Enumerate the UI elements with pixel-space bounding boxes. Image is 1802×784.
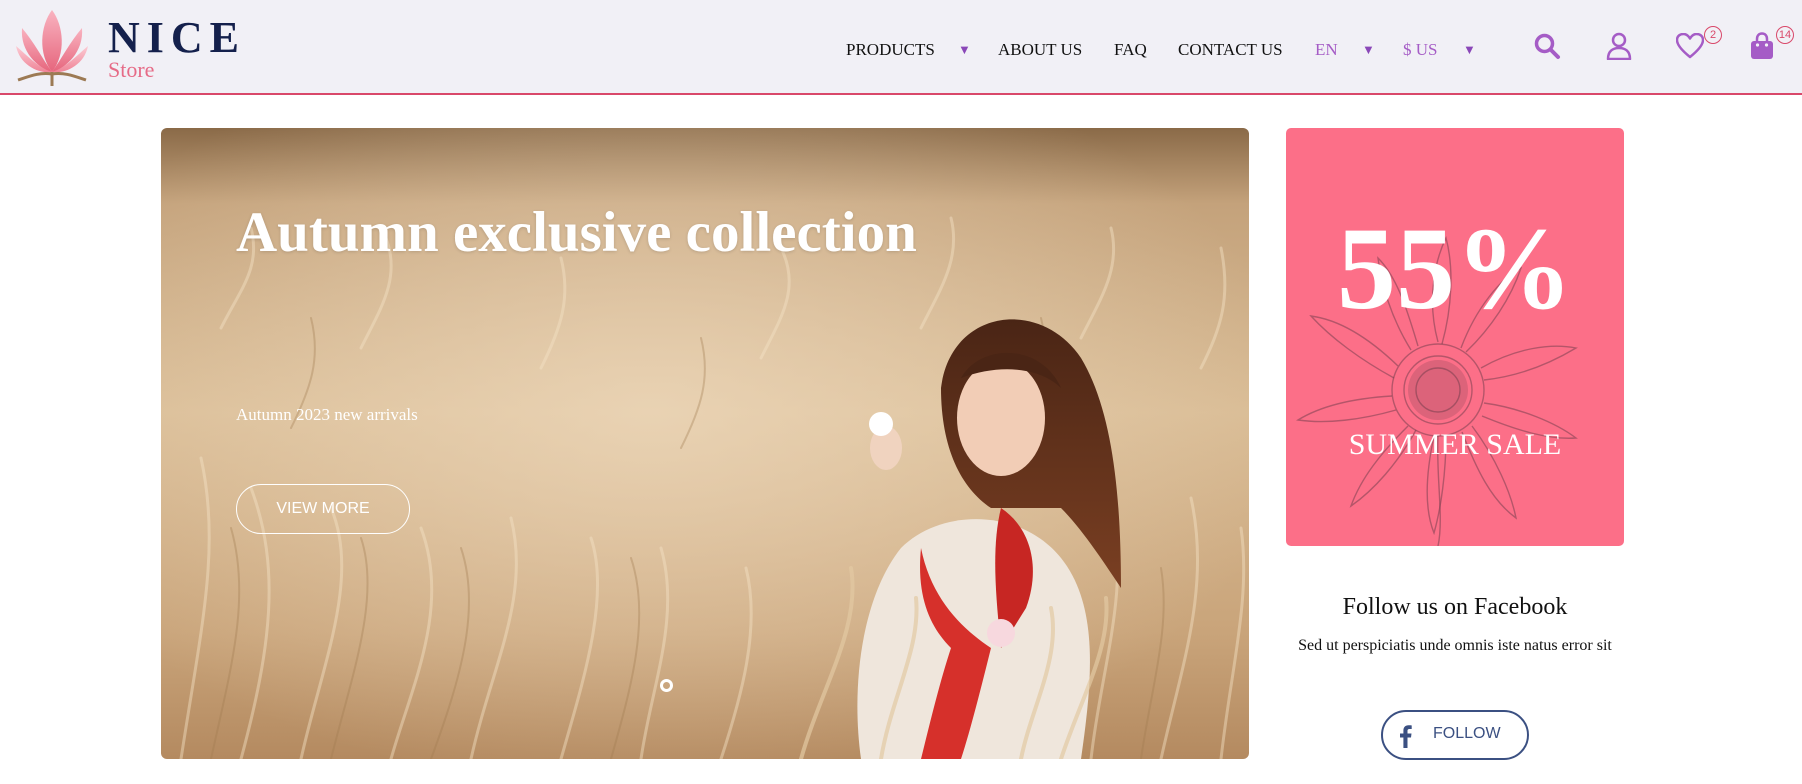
cart-button[interactable]: 14 [1744,26,1794,64]
wishlist-count-badge: 2 [1704,26,1722,44]
facebook-follow-button[interactable]: FOLLOW [1381,710,1529,760]
heart-icon [1676,33,1704,59]
hero-slider: Autumn exclusive collection Autumn 2023 … [161,128,1249,759]
user-icon [1606,32,1632,60]
logo[interactable]: NICE Store [10,6,250,90]
facebook-icon [1400,725,1412,748]
facebook-heading: Follow us on Facebook [1342,594,1568,620]
facebook-description: Sed ut perspiciatis unde omnis iste natu… [1298,637,1612,654]
currency-selector[interactable]: $ US [1403,38,1437,62]
sunflower-illustration-icon [1295,236,1578,546]
view-more-button[interactable]: VIEW MORE [236,484,410,534]
language-selector[interactable]: EN [1315,38,1338,62]
sale-label: SUMMER SALE [1348,428,1562,461]
nav-products[interactable]: PRODUCTS [846,38,935,62]
brand-subtitle: Store [108,57,155,82]
products-chevron-down-icon[interactable]: ▼ [958,38,971,62]
nav-faq[interactable]: FAQ [1114,38,1147,62]
currency-chevron-down-icon[interactable]: ▼ [1463,38,1476,62]
summer-sale-banner[interactable]: 55% SUMMER SALE [1286,128,1624,546]
hero-title: Autumn exclusive collection [236,201,917,264]
site-header: NICE Store PRODUCTS ▼ ABOUT US FAQ CONTA… [0,0,1802,95]
follow-label: FOLLOW [1433,725,1501,742]
wishlist-button[interactable]: 2 [1672,26,1722,64]
slider-dot-1[interactable] [660,679,673,692]
nav-about-us[interactable]: ABOUT US [998,38,1082,62]
brand-name: NICE [108,13,247,62]
account-button[interactable] [1601,28,1637,64]
search-icon [1534,33,1560,59]
shopping-bag-icon [1751,32,1773,59]
lotus-logo-icon [16,10,88,86]
cart-count-badge: 14 [1776,26,1794,44]
nav-contact-us[interactable]: CONTACT US [1178,38,1283,62]
sale-percentage: 55% [1337,203,1573,334]
hero-subtitle: Autumn 2023 new arrivals [236,405,418,424]
search-button[interactable] [1529,28,1565,64]
language-chevron-down-icon[interactable]: ▼ [1362,38,1375,62]
